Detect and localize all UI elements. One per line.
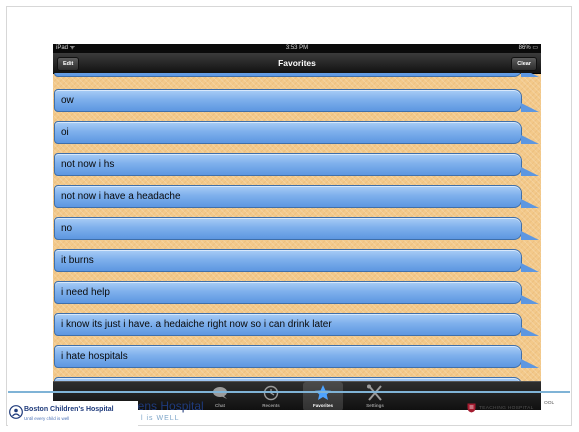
bubble-tail	[521, 199, 539, 208]
status-bar: iPad ᯤ 3:53 PM 86% ▭	[53, 44, 541, 53]
chat-bubble-icon	[213, 387, 227, 399]
bubble-tail	[521, 73, 539, 77]
favorite-row[interactable]: it burns	[54, 249, 539, 272]
favorite-row[interactable]: not now i hs	[54, 153, 539, 176]
hospital-tagline: Until every child is well	[24, 416, 70, 421]
ipad-screen: iPad ᯤ 3:53 PM 86% ▭ Edit Favorites Clea…	[53, 44, 541, 410]
favorite-text: it burns	[61, 255, 94, 266]
page-title: Favorites	[278, 58, 316, 68]
favorite-row[interactable]: ow	[54, 89, 539, 112]
favorites-list[interactable]: ow oi not now i hs not now i have a head…	[53, 73, 541, 381]
favorite-row[interactable]: i know its just i have. a hedaiche right…	[54, 313, 539, 336]
battery-indicator: 86% ▭	[518, 45, 538, 51]
footer-edge-text: OOL	[544, 401, 555, 406]
favorite-row[interactable]: i hate hospitals	[54, 345, 539, 368]
accent-line	[8, 391, 570, 393]
footer-tagline-text: l is WELL	[141, 415, 180, 422]
tab-chat[interactable]: Chat	[200, 382, 240, 410]
favorite-text: not now i hs	[61, 159, 115, 170]
tab-settings[interactable]: Settings	[355, 382, 395, 410]
clear-button[interactable]: Clear	[511, 57, 537, 71]
favorite-row[interactable]: not now i have a headache	[54, 185, 539, 208]
bubble-tail	[521, 231, 539, 240]
navigation-bar: Edit Favorites Clear	[53, 53, 541, 74]
university-shield-icon	[467, 403, 476, 413]
favorite-row[interactable]: oi	[54, 121, 539, 144]
hospital-logo: Boston Children's Hospital Until every c…	[8, 401, 138, 427]
tab-chat-label: Chat	[215, 403, 225, 408]
favorite-text: i know its just i have. a hedaiche right…	[61, 319, 332, 330]
favorite-text: no	[61, 223, 73, 234]
favorite-row[interactable]: no	[54, 217, 539, 240]
tab-settings-label: Settings	[366, 403, 384, 408]
clock-icon	[263, 385, 279, 401]
hospital-name: Boston Children's Hospital	[24, 406, 114, 413]
status-time: 3:53 PM	[285, 45, 309, 51]
tools-icon	[367, 384, 382, 401]
favorite-text: i need help	[61, 287, 110, 298]
bubble-tail	[521, 103, 539, 112]
teaching-hospital-label: TEACHING HOSPITAL	[479, 406, 534, 411]
favorite-text: ow	[61, 95, 74, 106]
footer-hospital-text: drens Hospital	[127, 399, 204, 413]
star-icon	[315, 385, 331, 400]
bubble-tail	[521, 135, 539, 144]
tab-recents-label: Recents	[262, 403, 280, 408]
tab-favorites-label: Favorites	[312, 403, 333, 408]
favorite-text: oi	[61, 127, 69, 138]
bubble-tail	[521, 263, 539, 272]
bubble-tail	[521, 167, 539, 176]
favorite-text: not now i have a headache	[61, 191, 181, 202]
tab-recents[interactable]: Recents	[251, 382, 291, 410]
hospital-seal-icon	[9, 405, 23, 419]
bubble-tail	[521, 359, 539, 368]
bubble-tail	[521, 295, 539, 304]
bubble-tail	[521, 327, 539, 336]
favorite-text: i hate hospitals	[61, 351, 128, 362]
favorite-row[interactable]: i need help	[54, 281, 539, 304]
tab-favorites[interactable]: Favorites	[303, 382, 343, 410]
favorite-row-partial	[54, 73, 539, 77]
